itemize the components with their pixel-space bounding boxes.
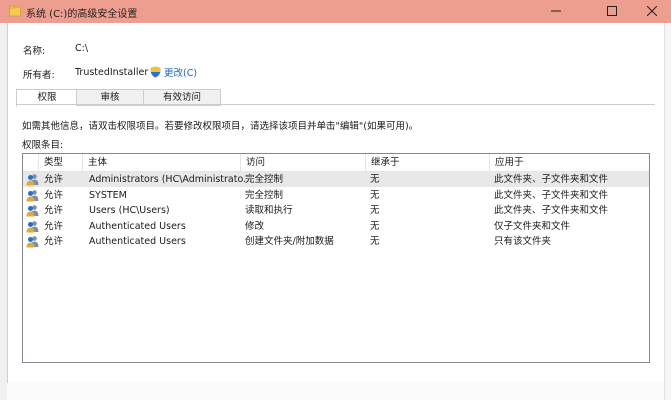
header-applies-to[interactable]: 应用于 <box>490 154 649 171</box>
row-access: 创建文件夹/附加数据 <box>245 236 334 247</box>
header-inherited-from[interactable]: 继承于 <box>366 154 490 171</box>
permission-entries-table[interactable]: 类型 主体 访问 继承于 应用于 允许 Administrators (HC\Ad… <box>22 153 650 363</box>
row-principal: Users (HC\Users) <box>89 205 170 216</box>
table-row[interactable]: 允许 Authenticated Users 创建文件夹/附加数据 无 只有该文件夹 <box>23 234 649 249</box>
header-type[interactable]: 类型 <box>39 154 83 171</box>
row-principal: SYSTEM <box>89 189 127 201</box>
user-group-icon <box>26 235 39 248</box>
owner-value: TrustedInstaller <box>75 67 149 78</box>
row-applies-to: 只有该文件夹 <box>494 236 552 247</box>
row-applies-to: 此文件夹、子文件夹和文件 <box>494 205 609 216</box>
table-row[interactable]: 允许 Users (HC\Users) 读取和执行 无 此文件夹、子文件夹和文件 <box>23 203 649 218</box>
close-button[interactable] <box>629 0 671 23</box>
minimize-icon <box>551 10 561 12</box>
title-bar: 系统 (C:)的高级安全设置 <box>0 0 671 23</box>
name-label: 名称: <box>23 46 46 57</box>
folder-icon <box>9 5 21 17</box>
row-inherited-from: 无 <box>370 174 380 185</box>
user-group-icon <box>26 204 39 217</box>
row-type: 允许 <box>44 205 64 216</box>
row-access: 修改 <box>245 220 265 232</box>
user-group-icon <box>26 173 39 186</box>
row-principal: Administrators (HC\Administrato... <box>89 174 253 185</box>
row-type: 允许 <box>44 189 64 201</box>
table-row[interactable]: 允许 SYSTEM 完全控制 无 此文件夹、子文件夹和文件 <box>23 188 649 203</box>
instruction-text: 如需其他信息，请双击权限项目。若要修改权限项目，请选择该项目并单击"编辑"(如果… <box>22 121 419 132</box>
row-type: 允许 <box>44 220 64 232</box>
row-type: 允许 <box>44 174 64 185</box>
change-owner-link[interactable]: 更改(C) <box>150 65 197 81</box>
row-principal: Authenticated Users <box>89 220 186 232</box>
row-applies-to: 仅子文件夹和文件 <box>494 220 571 232</box>
row-type: 允许 <box>44 236 64 247</box>
table-row[interactable]: 允许 Authenticated Users 修改 无 仅子文件夹和文件 <box>23 219 649 234</box>
header-icon-column[interactable] <box>23 154 39 171</box>
header-access[interactable]: 访问 <box>241 154 366 171</box>
row-applies-to: 此文件夹、子文件夹和文件 <box>494 174 609 185</box>
table-header: 类型 主体 访问 继承于 应用于 <box>23 154 649 172</box>
owner-label: 所有者: <box>23 70 55 81</box>
permission-entries-label: 权限条目: <box>22 140 64 151</box>
row-access: 完全控制 <box>245 189 284 201</box>
minimize-button[interactable] <box>533 0 579 23</box>
dialog-footer-area <box>7 383 664 400</box>
user-group-icon <box>26 220 39 233</box>
window-title: 系统 (C:)的高级安全设置 <box>26 9 138 20</box>
row-applies-to: 此文件夹、子文件夹和文件 <box>494 189 609 201</box>
row-inherited-from: 无 <box>370 236 380 247</box>
background-window-edge <box>0 23 8 400</box>
tab-divider <box>16 104 655 105</box>
row-inherited-from: 无 <box>370 205 380 216</box>
uac-shield-icon <box>150 66 161 81</box>
maximize-icon <box>607 6 617 16</box>
scrollbar-track[interactable] <box>664 23 671 400</box>
close-icon <box>646 5 658 17</box>
row-access: 完全控制 <box>245 174 284 185</box>
row-inherited-from: 无 <box>370 220 380 232</box>
name-value: C:\ <box>75 43 89 54</box>
change-link-label[interactable]: 更改(C) <box>164 68 197 79</box>
header-principal[interactable]: 主体 <box>83 154 241 171</box>
row-access: 读取和执行 <box>245 205 293 216</box>
table-row[interactable]: 允许 Administrators (HC\Administrato... 完全控制… <box>23 172 649 187</box>
user-group-icon <box>26 189 39 202</box>
row-principal: Authenticated Users <box>89 236 186 247</box>
row-inherited-from: 无 <box>370 189 380 201</box>
